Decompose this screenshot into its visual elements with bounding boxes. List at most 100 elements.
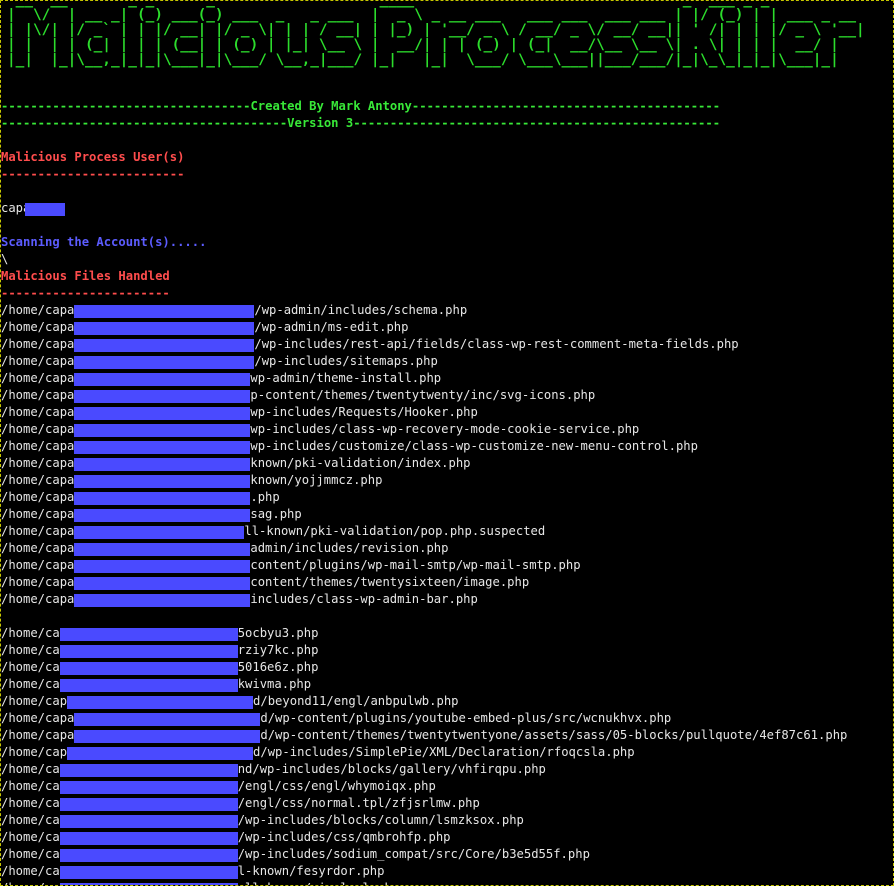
file-path-prefix: /home/capa <box>1 592 75 606</box>
redaction-bar <box>60 679 238 692</box>
file-path-suffix: content/plugins/wp-mail-smtp/wp-mail-smt… <box>250 558 581 572</box>
redaction-bar <box>74 492 250 505</box>
redaction-bar <box>74 407 250 420</box>
redaction-bar <box>74 543 250 556</box>
file-path-suffix: wp-includes/Requests/Hooker.php <box>250 405 478 419</box>
file-path-prefix: /home/cap <box>1 745 68 759</box>
terminal-window[interactable]: __ __ _ _ _ ____ _ ___ _ _ | \/ | __ _| … <box>0 0 894 886</box>
credits-line: ----------------------------------Create… <box>1 99 721 113</box>
file-path-suffix: content/themes/twentysixteen/image.php <box>250 575 530 589</box>
file-path-prefix: /home/capa <box>1 558 75 572</box>
file-path-prefix: /home/ca <box>1 626 60 640</box>
redaction-bar <box>74 305 254 318</box>
redaction-bar <box>60 798 238 811</box>
file-path-suffix: /engl/css/normal.tpl/zfjsrlmw.php <box>237 796 480 810</box>
file-path-prefix: /home/capa <box>1 541 75 555</box>
file-path-suffix: d/wp-includes/SimplePie/XML/Declaration/… <box>253 745 635 759</box>
file-path-suffix: /engl/css/engl/whymoiqx.php <box>237 779 436 793</box>
redaction-bar <box>74 594 250 607</box>
redaction-bar <box>74 458 250 471</box>
file-path-prefix: /home/ca <box>1 847 60 861</box>
file-path-prefix: /home/capa <box>1 507 75 521</box>
redaction-bar <box>74 441 250 454</box>
file-path-suffix: /wp-admin/includes/schema.php <box>254 303 468 317</box>
file-path-suffix: admin/includes/revision.php <box>250 541 449 555</box>
file-path-prefix: /home/ca <box>1 762 60 776</box>
file-path-suffix: .php <box>250 490 280 504</box>
redaction-bar <box>74 730 260 743</box>
redaction-bar <box>74 390 250 403</box>
file-path-prefix: /home/ca <box>1 677 60 691</box>
file-path-suffix: /wp-includes/blocks/column/lsmzksox.php <box>237 813 524 827</box>
redaction-bar <box>74 424 250 437</box>
redaction-bar <box>60 832 238 845</box>
file-path-prefix: /home/capa <box>1 371 75 385</box>
file-path-prefix: /home/ca <box>1 779 60 793</box>
file-path-prefix: /home/capa <box>1 473 75 487</box>
file-path-prefix: /home/ca <box>1 796 60 810</box>
redaction-bar <box>60 764 238 777</box>
redaction-bar <box>74 356 254 369</box>
file-path-suffix: wp-includes/customize/class-wp-customize… <box>250 439 698 453</box>
file-path-suffix: d/wp-content/plugins/youtube-embed-plus/… <box>260 711 672 725</box>
file-path-prefix: /home/capa <box>1 388 75 402</box>
file-path-suffix: known/pki-validation/index.php <box>250 456 471 470</box>
file-path-prefix: /home/capa <box>1 337 75 351</box>
file-path-suffix: l-known/fesyrdor.php <box>237 864 385 878</box>
file-path-suffix: /wp-includes/rest-api/fields/class-wp-re… <box>254 337 739 351</box>
redaction-bar <box>74 577 250 590</box>
file-path-prefix: /home/capa <box>1 524 75 538</box>
redaction-bar <box>60 662 238 675</box>
file-path-prefix: /home/capa <box>1 354 75 368</box>
users-heading: Malicious Process User(s) <box>1 150 185 164</box>
file-path-prefix: /home/capa <box>1 490 75 504</box>
file-path-prefix: /home/capa <box>1 439 75 453</box>
file-path-prefix: /home/capa <box>1 303 75 317</box>
file-path-suffix: sag.php <box>250 507 302 521</box>
scan-status: Scanning the Account(s)..... <box>1 235 207 249</box>
redaction-bar <box>74 475 250 488</box>
file-path-prefix: /home/ca <box>1 660 60 674</box>
file-path-suffix: wp-admin/theme-install.php <box>250 371 442 385</box>
file-path-suffix: /wp-includes/css/qmbrohfp.php <box>237 830 451 844</box>
file-path-prefix: /home/ca <box>1 830 60 844</box>
file-path-suffix: ll-known/pki-validation/pop.php.suspecte… <box>244 524 546 538</box>
redaction-bar <box>67 696 253 709</box>
file-path-prefix: /home/ca <box>1 813 60 827</box>
redaction-bar <box>60 781 238 794</box>
file-path-suffix: kwivma.php <box>237 677 312 691</box>
file-path-suffix: 5016e6z.php <box>237 660 319 674</box>
redaction-bar <box>60 849 238 862</box>
file-path-prefix: /home/ca <box>1 864 60 878</box>
redaction-bar <box>60 628 238 641</box>
file-path-prefix: /home/capa <box>1 456 75 470</box>
file-path-suffix: known/yojjmmcz.php <box>250 473 383 487</box>
file-path-suffix: /wp-admin/ms-edit.php <box>254 320 409 334</box>
version-line: ---------------------------------------V… <box>1 116 721 130</box>
file-path-prefix: /home/ca <box>1 881 60 885</box>
file-path-prefix: /home/capa <box>1 728 75 742</box>
redaction-bar <box>67 747 253 760</box>
redaction-bar <box>74 526 244 539</box>
redaction-bar <box>74 322 254 335</box>
redaction-bar <box>74 713 260 726</box>
file-path-suffix: rziy7kc.php <box>237 643 319 657</box>
file-path-suffix: includes/class-wp-admin-bar.php <box>250 592 478 606</box>
file-path-suffix: wp-includes/class-wp-recovery-mode-cooki… <box>250 422 640 436</box>
file-path-prefix: /home/capa <box>1 575 75 589</box>
file-path-prefix: /home/capa <box>1 422 75 436</box>
redaction-bar <box>74 373 250 386</box>
file-path-suffix: 5ocbyu3.php <box>237 626 319 640</box>
redaction-bar <box>60 815 238 828</box>
file-path-suffix: /wp-includes/sodium_compat/src/Core/b3e5… <box>237 847 590 861</box>
users-underline: ------------------------- <box>1 167 185 181</box>
file-path-prefix: /home/cap <box>1 694 68 708</box>
file-path-prefix: /home/capa <box>1 405 75 419</box>
file-path-suffix: p-content/themes/twentytwenty/inc/svg-ic… <box>250 388 596 402</box>
file-path-prefix: /home/capa <box>1 320 75 334</box>
file-path-suffix: nd/wp-includes/blocks/gallery/vhfirqpu.p… <box>237 762 546 776</box>
redaction-user <box>25 203 65 216</box>
file-path-suffix: d/beyond11/engl/anbpulwb.php <box>253 694 459 708</box>
redaction-bar <box>74 509 250 522</box>
redaction-bar <box>74 339 254 352</box>
